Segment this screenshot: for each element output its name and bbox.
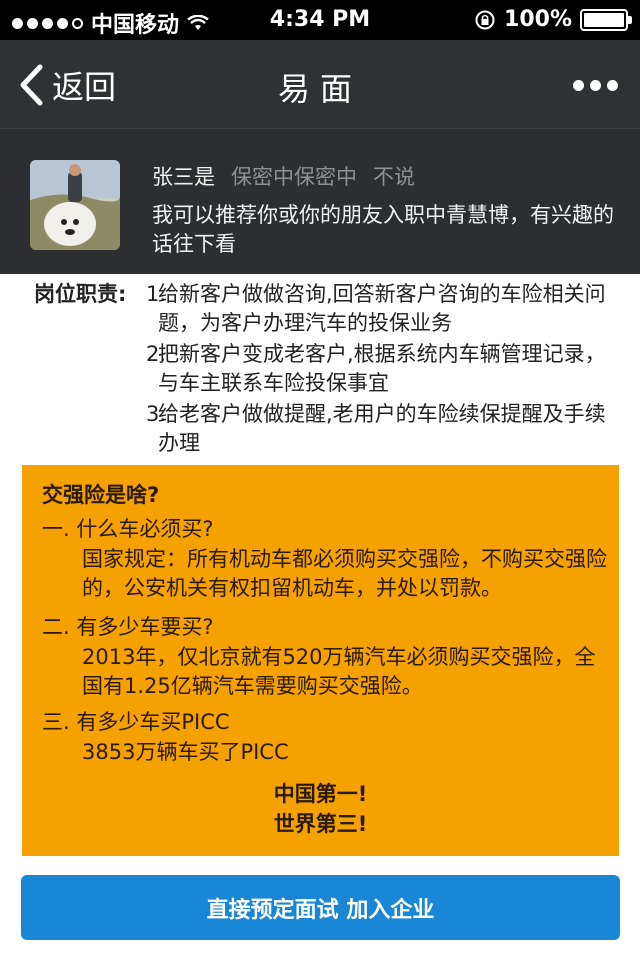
recommendation-message: 我可以推荐你或你的朋友入职中青慧博，有兴趣的话往下看 bbox=[152, 203, 614, 256]
page-title: 易面 bbox=[277, 70, 362, 108]
status-bar: 中国移动 4:34 PM 100% bbox=[0, 0, 640, 40]
duties-label: 岗位职责: bbox=[34, 282, 127, 306]
info-answer: 2013年，仅北京就有520万辆汽车必须购买交强险，全国有1.25亿辆汽车需要购… bbox=[82, 645, 596, 698]
battery-percent: 100% bbox=[504, 7, 572, 32]
battery-icon bbox=[580, 8, 632, 31]
ellipsis-icon bbox=[573, 80, 584, 91]
slogan-line-1: 中国第一! bbox=[273, 782, 368, 806]
nav-bar: 返回 易面 bbox=[0, 40, 640, 128]
avatar[interactable] bbox=[30, 160, 120, 250]
duty-text: 给老客户做做提醒,老用户的车险续保提醒及手续办理 bbox=[158, 402, 606, 455]
recommender-name: 张三是 bbox=[152, 165, 215, 189]
info-question: 一. 什么车必须买? bbox=[42, 517, 214, 541]
info-question: 二. 有多少车要买? bbox=[42, 615, 214, 639]
info-answer: 3853万辆车买了PICC bbox=[82, 740, 289, 764]
duty-item: 3. 给老客户做做提醒,老用户的车险续保提醒及手续办理 bbox=[146, 400, 616, 458]
duty-text: 把新客户变成老客户,根据系统内车辆管理记录，与车主联系车险投保事宜 bbox=[158, 342, 606, 395]
recommender-info: 张三是 保密中保密中 不说 bbox=[152, 161, 415, 191]
status-right: 100% bbox=[474, 7, 632, 32]
duty-item: 1. 给新客户做做咨询,回答新客户咨询的车险相关问题，为客户办理汽车的投保业务 bbox=[146, 280, 616, 338]
info-title: 交强险是啥? bbox=[42, 483, 160, 507]
recommender-company: 保密中保密中 bbox=[231, 165, 357, 189]
insurance-info-box: 交强险是啥? 一. 什么车必须买? 国家规定：所有机动车都必须购买交强险，不购买… bbox=[22, 465, 619, 856]
info-question: 三. 有多少车买PICC bbox=[42, 710, 230, 734]
slogan-line-2: 世界第三! bbox=[273, 812, 368, 836]
more-button[interactable] bbox=[573, 80, 618, 91]
info-answer: 国家规定：所有机动车都必须购买交强险，不购买交强险的，公安机关有权扣留机动车，并… bbox=[82, 547, 607, 600]
duty-number: 3. bbox=[146, 402, 167, 426]
duty-number: 1. bbox=[146, 282, 167, 306]
duty-item: 2. 把新客户变成老客户,根据系统内车辆管理记录，与车主联系车险投保事宜 bbox=[146, 340, 616, 398]
duty-text: 给新客户做做咨询,回答新客户咨询的车险相关问题，为客户办理汽车的投保业务 bbox=[158, 282, 606, 335]
recommender-card: 张三是 保密中保密中 不说 我可以推荐你或你的朋友入职中青慧博，有兴趣的话往下看 bbox=[0, 128, 640, 274]
book-interview-button[interactable]: 直接预定面试 加入企业 bbox=[21, 875, 620, 940]
rotation-lock-icon bbox=[475, 10, 495, 29]
recommender-extra: 不说 bbox=[373, 165, 415, 189]
duty-number: 2. bbox=[146, 342, 167, 366]
